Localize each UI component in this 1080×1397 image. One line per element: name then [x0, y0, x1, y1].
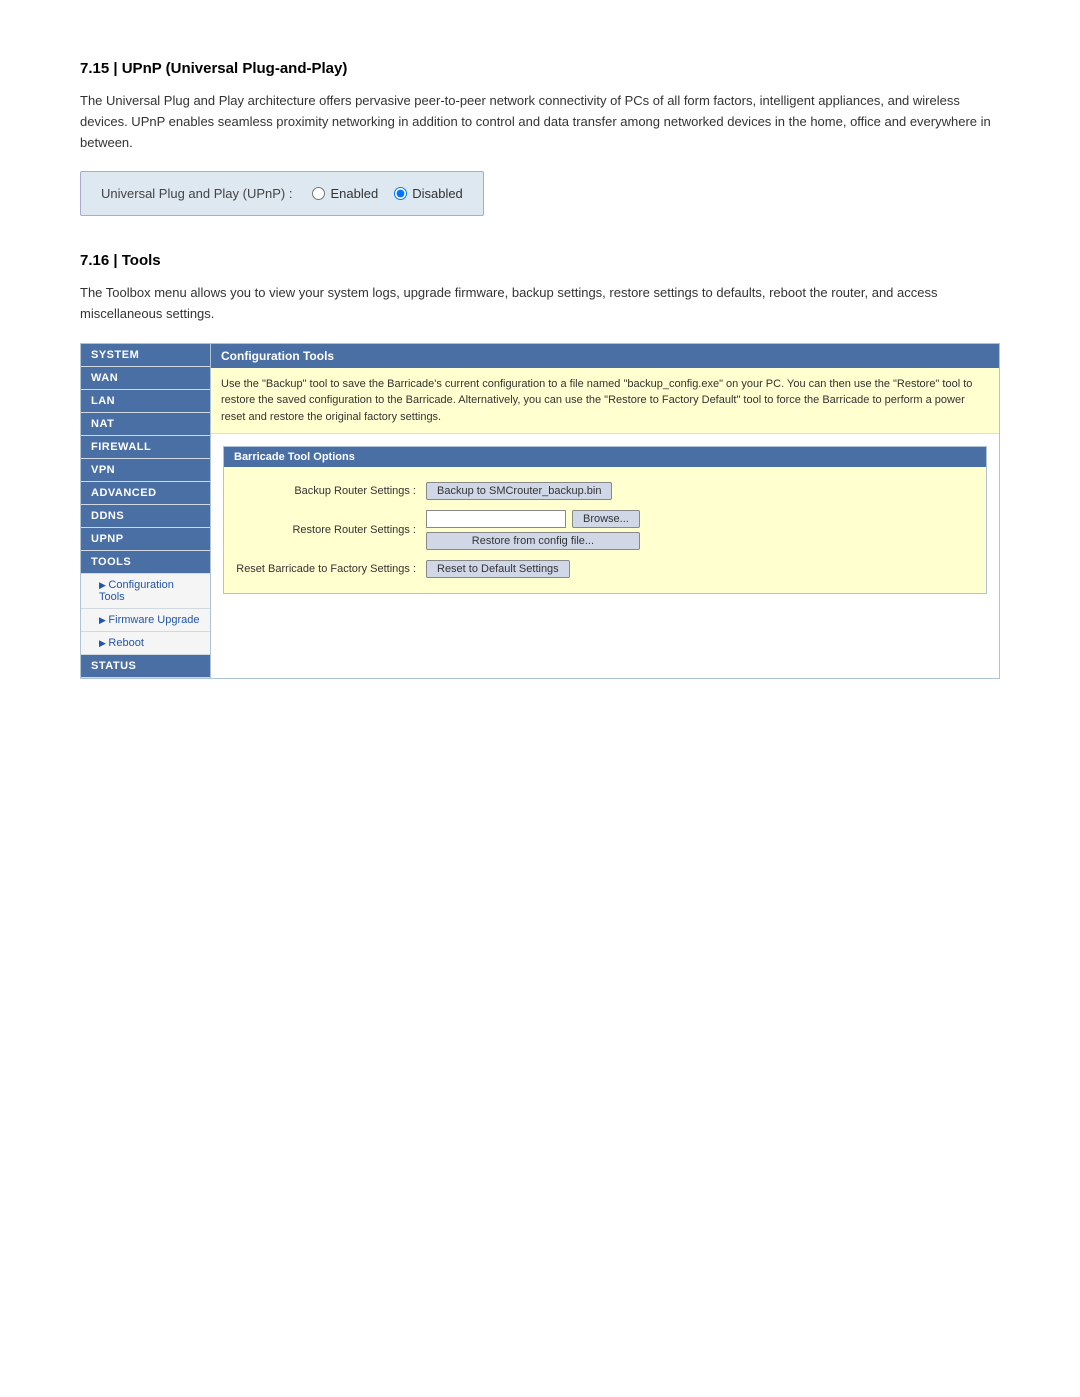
upnp-radio-group: Enabled Disabled: [312, 186, 462, 201]
browse-button[interactable]: Browse...: [572, 510, 640, 528]
sidebar-item-tools[interactable]: TOOLS: [81, 551, 210, 574]
backup-row: Backup Router Settings : Backup to SMCro…: [224, 477, 986, 505]
section-716-title: 7.16 | Tools: [80, 252, 1000, 269]
restore-input-group: Browse...: [426, 510, 640, 528]
reset-button[interactable]: Reset to Default Settings: [426, 560, 570, 578]
upnp-field-label: Universal Plug and Play (UPnP) :: [101, 186, 292, 201]
upnp-enabled-radio[interactable]: [312, 187, 325, 200]
sidebar-item-advanced[interactable]: ADVANCED: [81, 482, 210, 505]
sidebar-item-config-tools[interactable]: Configuration Tools: [81, 574, 210, 609]
sidebar-item-lan[interactable]: LAN: [81, 390, 210, 413]
backup-button[interactable]: Backup to SMCrouter_backup.bin: [426, 482, 612, 500]
sidebar-item-system[interactable]: SYSTEM: [81, 344, 210, 367]
reset-label: Reset Barricade to Factory Settings :: [236, 563, 416, 575]
sidebar-item-firmware[interactable]: Firmware Upgrade: [81, 609, 210, 632]
upnp-enabled-label: Enabled: [330, 186, 378, 201]
sidebar-item-reboot[interactable]: Reboot: [81, 632, 210, 655]
config-description: Use the "Backup" tool to save the Barric…: [211, 368, 999, 435]
section-715-title: 7.15 | UPnP (Universal Plug-and-Play): [80, 60, 1000, 77]
router-panel: SYSTEM WAN LAN NAT FIREWALL VPN ADVANCED…: [80, 343, 1000, 679]
upnp-disabled-label: Disabled: [412, 186, 463, 201]
restore-group: Browse... Restore from config file...: [426, 510, 640, 550]
upnp-settings-box: Universal Plug and Play (UPnP) : Enabled…: [80, 171, 484, 216]
sidebar-item-nat[interactable]: NAT: [81, 413, 210, 436]
upnp-disabled-radio[interactable]: [394, 187, 407, 200]
tool-options-box: Barricade Tool Options Backup Router Set…: [223, 446, 987, 594]
section-716-description: The Toolbox menu allows you to view your…: [80, 283, 1000, 325]
sidebar-item-upnp[interactable]: UPnP: [81, 528, 210, 551]
sidebar-item-vpn[interactable]: VPN: [81, 459, 210, 482]
upnp-disabled-option[interactable]: Disabled: [394, 186, 463, 201]
backup-label: Backup Router Settings :: [236, 485, 416, 497]
sidebar-nav: SYSTEM WAN LAN NAT FIREWALL VPN ADVANCED…: [81, 344, 211, 678]
upnp-enabled-option[interactable]: Enabled: [312, 186, 378, 201]
sidebar-item-wan[interactable]: WAN: [81, 367, 210, 390]
restore-label: Restore Router Settings :: [236, 524, 416, 536]
tool-options-body: Backup Router Settings : Backup to SMCro…: [224, 467, 986, 593]
restore-row: Restore Router Settings : Browse... Rest…: [224, 505, 986, 555]
main-config-content: Configuration Tools Use the "Backup" too…: [211, 344, 999, 678]
reset-row: Reset Barricade to Factory Settings : Re…: [224, 555, 986, 583]
section-715-description: The Universal Plug and Play architecture…: [80, 91, 1000, 153]
sidebar-item-ddns[interactable]: DDNS: [81, 505, 210, 528]
config-title-bar: Configuration Tools: [211, 344, 999, 368]
restore-config-button[interactable]: Restore from config file...: [426, 532, 640, 550]
tool-options-title: Barricade Tool Options: [224, 447, 986, 467]
restore-file-input[interactable]: [426, 510, 566, 528]
sidebar-item-firewall[interactable]: FIREWALL: [81, 436, 210, 459]
sidebar-item-status[interactable]: STATUS: [81, 655, 210, 678]
